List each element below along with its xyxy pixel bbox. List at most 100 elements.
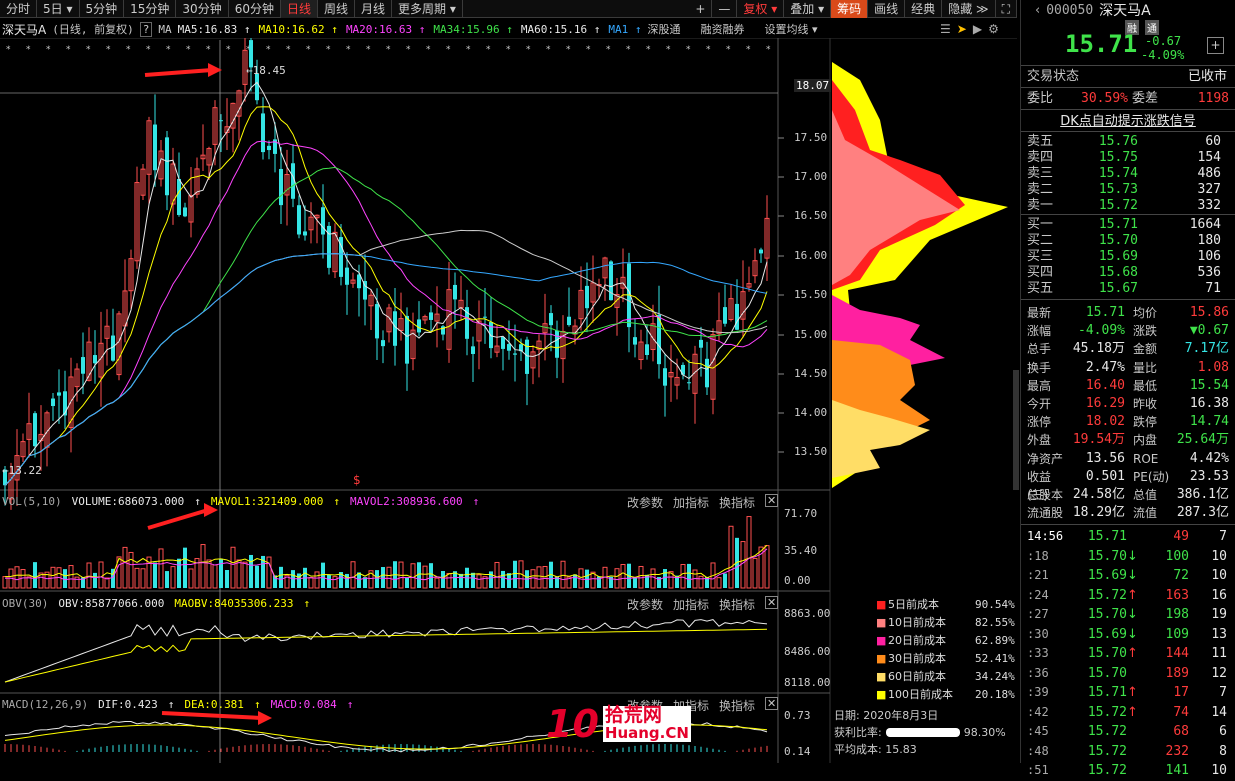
candle-body — [303, 231, 307, 236]
maobv-line — [4, 628, 768, 683]
volume-bar — [764, 545, 770, 589]
tab-fenshi[interactable]: 分时 — [0, 0, 38, 18]
book-row[interactable]: 卖二 15.73 327 — [1021, 182, 1235, 198]
high-price-label: ←18.45 — [246, 64, 286, 77]
book-row[interactable]: 卖五 15.76 60 — [1021, 134, 1235, 150]
book-row[interactable]: 买四 15.68 536 — [1021, 265, 1235, 281]
book-row[interactable]: 卖三 15.74 486 — [1021, 166, 1235, 182]
signal-star: * — [206, 45, 211, 55]
prev-stock-icon[interactable]: ‹ — [1035, 3, 1040, 18]
stat-row: 净资产 13.56 ROE 4.42% — [1027, 450, 1229, 466]
book-row[interactable]: 买二 15.70 180 — [1021, 233, 1235, 249]
tab-5day[interactable]: 5日 ▾ — [37, 0, 80, 18]
obv-add-indicator-button[interactable]: 加指标 — [673, 596, 709, 613]
tab-60min[interactable]: 60分钟 — [229, 0, 281, 18]
signal-star: * — [586, 45, 591, 55]
fullscreen-icon[interactable]: ⛶ — [996, 0, 1017, 18]
chip-button[interactable]: 筹码 — [831, 0, 869, 18]
candle-body — [153, 124, 157, 171]
volume-bar — [513, 560, 517, 588]
chip-cursor-icon[interactable]: ➤ — [957, 22, 967, 36]
candle-body — [633, 337, 637, 345]
chip-layout-icon[interactable]: ☰ — [940, 22, 951, 36]
tab-daily[interactable]: 日线 — [280, 0, 318, 18]
add-watchlist-button[interactable]: + — [1207, 37, 1224, 54]
candle-body — [267, 145, 271, 151]
book-row[interactable]: 卖四 15.75 154 — [1021, 150, 1235, 166]
margin-trading-label[interactable]: 融资融券 — [701, 21, 745, 37]
book-row[interactable]: 买三 15.69 106 — [1021, 249, 1235, 265]
signal-star: * — [26, 45, 31, 55]
vol-add-indicator-button[interactable]: 加指标 — [673, 494, 709, 511]
obv-edit-params-button[interactable]: 改参数 — [627, 596, 663, 613]
macd-switch-indicator-button[interactable]: 换指标 — [719, 697, 755, 714]
dk-signal-link[interactable]: DK点自动提示涨跌信号 — [1060, 114, 1196, 129]
tab-weekly[interactable]: 周线 — [318, 0, 356, 18]
candle-body — [405, 315, 409, 364]
cost-legend-item: ■ 30日前成本 52.41% — [876, 652, 1015, 665]
sub-axis-tick: 8863.00 — [784, 607, 831, 620]
book-row[interactable]: 买五 15.67 71 — [1021, 281, 1235, 297]
chart-mode-label: (日线, 前复权) — [52, 23, 134, 36]
candle-body — [177, 178, 181, 215]
vol-edit-params-button[interactable]: 改参数 — [627, 494, 663, 511]
price-tick: 15.00 — [794, 328, 828, 341]
volume-bar — [614, 568, 620, 589]
signal-star: * — [566, 45, 571, 55]
volume-bar — [128, 551, 134, 589]
signal-star: * — [706, 45, 711, 55]
tab-more-periods[interactable]: 更多周期 ▾ — [392, 0, 463, 18]
mavol1-line — [4, 544, 768, 579]
watermark-logo: 10 拾荒网 Huang.CN — [546, 702, 691, 746]
chip-settings-icon[interactable]: ⚙ — [988, 22, 999, 36]
book-row[interactable]: 卖一 15.72 332 — [1021, 198, 1235, 214]
obv-close-icon[interactable]: ✕ — [765, 596, 779, 609]
ma-label: MA — [158, 22, 172, 36]
help-icon[interactable]: ? — [139, 21, 153, 37]
candle-body — [555, 330, 559, 358]
ma-value-0: MA5:16.83 ↑ — [177, 22, 251, 36]
ask-book: 卖五 15.76 60 卖四 15.75 154 卖三 15.74 486 卖二 15.73 327 卖… — [1021, 132, 1235, 215]
overlay-button[interactable]: 叠加 ▾ — [784, 0, 832, 18]
s-marker: $ — [353, 473, 361, 487]
ma-settings-button[interactable]: 设置均线 ▾ — [765, 21, 818, 37]
stat-row: 涨幅 -4.09% 涨跌 ▼0.67 — [1027, 323, 1229, 339]
classic-button[interactable]: 经典 — [905, 0, 943, 18]
volume-bar — [507, 573, 511, 588]
tab-30min[interactable]: 30分钟 — [176, 0, 229, 18]
low-price-label: ←13.22 — [2, 464, 42, 477]
tab-15min[interactable]: 15分钟 — [124, 0, 177, 18]
ma-value-2: MA20:16.63 ↑ — [345, 22, 426, 36]
zoom-out-button[interactable]: — — [712, 0, 738, 18]
vol-title: VOL(5,10) — [2, 495, 62, 508]
vol-switch-indicator-button[interactable]: 换指标 — [719, 494, 755, 511]
tick-row: :45 15.72 68 6 — [1027, 724, 1227, 740]
stat-row: 涨停 18.02 跌停 14.74 — [1027, 414, 1229, 430]
draw-button[interactable]: 画线 — [868, 0, 906, 18]
macd-close-icon[interactable]: ✕ — [765, 697, 779, 710]
candle-body — [525, 339, 529, 374]
tab-5min[interactable]: 5分钟 — [80, 0, 125, 18]
candle-body — [255, 73, 259, 101]
tab-monthly[interactable]: 月线 — [355, 0, 393, 18]
sub-axis-tick: 8486.00 — [784, 645, 831, 658]
chip-mode-icon[interactable]: ▶ — [973, 22, 982, 36]
weicha-label: 委差 — [1132, 91, 1159, 106]
fuquan-button[interactable]: 复权 ▾ — [737, 0, 785, 18]
signal-star: * — [746, 45, 751, 55]
panel-scroll-handle[interactable] — [1013, 370, 1019, 490]
ma-lines — [4, 81, 768, 486]
obv-switch-indicator-button[interactable]: 换指标 — [719, 596, 755, 613]
stock-code: 000050 — [1046, 2, 1094, 18]
tick-row: :39 15.71 ↑ 17 7 — [1027, 685, 1227, 701]
volume-bar — [177, 558, 181, 588]
arrow-shaft — [147, 508, 209, 530]
zoom-in-button[interactable]: + — [689, 0, 713, 18]
obv-lines — [4, 619, 768, 683]
vol-close-icon[interactable]: ✕ — [765, 494, 779, 507]
volume-bar — [327, 574, 331, 588]
volume-bar — [242, 561, 248, 589]
book-row[interactable]: 买一 15.71 1664 — [1021, 217, 1235, 233]
hide-button[interactable]: 隐藏 ≫ — [942, 0, 996, 18]
hk-connect-label[interactable]: 深股通 — [648, 21, 681, 37]
